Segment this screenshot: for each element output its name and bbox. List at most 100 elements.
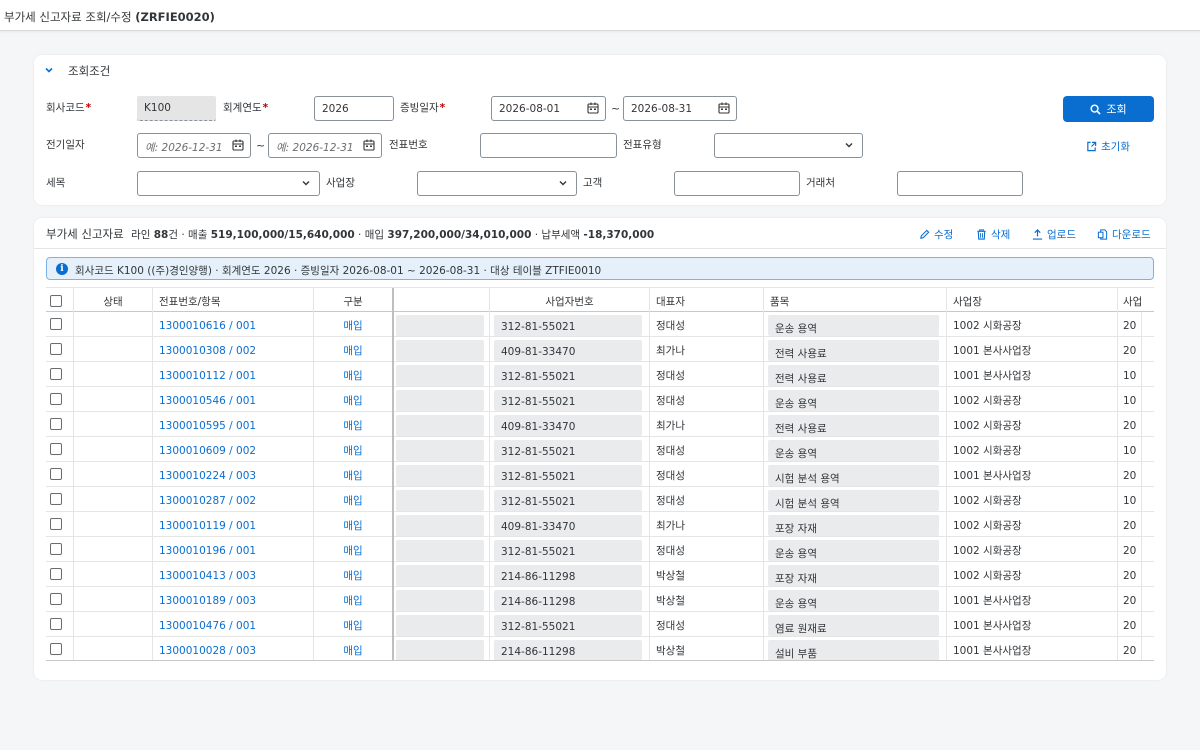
- doc-link[interactable]: 1300010616 / 001: [153, 312, 314, 337]
- company-code-label-text: 회사코드: [46, 102, 85, 114]
- download-button[interactable]: 다운로드: [1097, 227, 1151, 242]
- calendar-icon[interactable]: [363, 139, 375, 151]
- row-checkbox[interactable]: [50, 618, 62, 630]
- doc-link[interactable]: 1300010119 / 001: [153, 512, 314, 537]
- column-header-status[interactable]: 상태: [74, 288, 153, 312]
- column-header-rep[interactable]: 대표자: [650, 288, 764, 312]
- doc-link[interactable]: 1300010308 / 002: [153, 337, 314, 362]
- type-cell[interactable]: 매입: [314, 587, 394, 612]
- type-cell[interactable]: 매입: [314, 462, 394, 487]
- table-row[interactable]: 1300010224 / 003 매입 312-81-55021 정대성 시험 분석 용…: [46, 462, 1154, 487]
- table-row[interactable]: 1300010287 / 002 매입 312-81-55021 정대성 시험 분석 용…: [46, 487, 1154, 512]
- column-header-type[interactable]: 구분: [314, 288, 394, 312]
- type-cell[interactable]: 매입: [314, 337, 394, 362]
- doc-date-from-input[interactable]: 2026-08-01: [491, 96, 606, 121]
- table-row[interactable]: 1300010546 / 001 매입 312-81-55021 정대성 운송 용역 10…: [46, 387, 1154, 412]
- row-checkbox[interactable]: [50, 468, 62, 480]
- search-button[interactable]: 조회: [1063, 96, 1154, 122]
- doc-date-to-value: 2026-08-31: [631, 103, 693, 115]
- select-all-checkbox[interactable]: [50, 295, 62, 307]
- calendar-icon[interactable]: [587, 102, 599, 114]
- row-checkbox[interactable]: [50, 493, 62, 505]
- type-cell[interactable]: 매입: [314, 362, 394, 387]
- doc-link[interactable]: 1300010413 / 003: [153, 562, 314, 587]
- rep-cell: 최가나: [650, 512, 764, 537]
- type-cell[interactable]: 매입: [314, 562, 394, 587]
- posting-date-from-input[interactable]: 예: 2026-12-31: [137, 133, 251, 158]
- type-cell[interactable]: 매입: [314, 387, 394, 412]
- type-cell[interactable]: 매입: [314, 437, 394, 462]
- status-cell: [74, 587, 153, 612]
- row-checkbox[interactable]: [50, 643, 62, 655]
- type-cell[interactable]: 매입: [314, 312, 394, 337]
- item-cell: 운송 용역: [764, 387, 947, 412]
- doc-type-select[interactable]: [714, 133, 863, 158]
- column-header-next[interactable]: 사업: [1118, 288, 1154, 312]
- row-checkbox[interactable]: [50, 518, 62, 530]
- row-select-cell: [46, 637, 74, 661]
- doc-link[interactable]: 1300010476 / 001: [153, 612, 314, 637]
- doc-link[interactable]: 1300010224 / 003: [153, 462, 314, 487]
- column-header-bizno[interactable]: 사업자번호: [490, 288, 650, 312]
- column-header-item[interactable]: 품목: [764, 288, 947, 312]
- type-cell[interactable]: 매입: [314, 637, 394, 661]
- status-cell: [74, 337, 153, 362]
- calendar-icon[interactable]: [718, 102, 730, 114]
- doc-no-input[interactable]: [480, 133, 617, 158]
- fiscal-year-input[interactable]: 2026: [314, 96, 394, 121]
- vendor-input[interactable]: [897, 171, 1023, 196]
- type-cell[interactable]: 매입: [314, 612, 394, 637]
- type-cell[interactable]: 매입: [314, 412, 394, 437]
- type-cell[interactable]: 매입: [314, 537, 394, 562]
- business-place-select[interactable]: [417, 171, 577, 196]
- table-row[interactable]: 1300010595 / 001 매입 409-81-33470 최가나 전력 사용료 1…: [46, 412, 1154, 437]
- rep-cell: 정대성: [650, 487, 764, 512]
- place-cell: 1002 시화공장: [947, 412, 1118, 437]
- type-cell[interactable]: 매입: [314, 512, 394, 537]
- page-title-text: 부가세 신고자료 조회/수정: [4, 10, 132, 24]
- reset-button[interactable]: 초기화: [1086, 139, 1130, 154]
- row-checkbox[interactable]: [50, 393, 62, 405]
- doc-link[interactable]: 1300010189 / 003: [153, 587, 314, 612]
- tax-item-select[interactable]: [137, 171, 320, 196]
- table-row[interactable]: 1300010028 / 003 매입 214-86-11298 박상철 설비 부품 10…: [46, 637, 1154, 661]
- table-row[interactable]: 1300010609 / 002 매입 312-81-55021 정대성 운송 용역 10…: [46, 437, 1154, 462]
- calendar-icon[interactable]: [232, 139, 244, 151]
- doc-link[interactable]: 1300010112 / 001: [153, 362, 314, 387]
- edit-button[interactable]: 수정: [919, 227, 953, 242]
- row-checkbox[interactable]: [50, 568, 62, 580]
- row-checkbox[interactable]: [50, 593, 62, 605]
- type-cell[interactable]: 매입: [314, 487, 394, 512]
- doc-link[interactable]: 1300010196 / 001: [153, 537, 314, 562]
- posting-date-to-input[interactable]: 예: 2026-12-31: [268, 133, 382, 158]
- table-row[interactable]: 1300010119 / 001 매입 409-81-33470 최가나 포장 자재 10…: [46, 512, 1154, 537]
- table-row[interactable]: 1300010616 / 001 매입 312-81-55021 정대성 운송 용역 10…: [46, 312, 1154, 337]
- chevron-down-icon[interactable]: [44, 65, 54, 75]
- row-checkbox[interactable]: [50, 318, 62, 330]
- delete-button[interactable]: 삭제: [976, 227, 1010, 242]
- filter-section-header[interactable]: 조회조건: [34, 55, 1166, 85]
- column-header-place[interactable]: 사업장: [947, 288, 1118, 312]
- blank-cell: [394, 337, 490, 362]
- doc-link[interactable]: 1300010595 / 001: [153, 412, 314, 437]
- table-row[interactable]: 1300010476 / 001 매입 312-81-55021 정대성 염료 원재료 1…: [46, 612, 1154, 637]
- customer-input[interactable]: [674, 171, 800, 196]
- table-row[interactable]: 1300010413 / 003 매입 214-86-11298 박상철 포장 자재 10…: [46, 562, 1154, 587]
- row-checkbox[interactable]: [50, 443, 62, 455]
- column-header-doc[interactable]: 전표번호/항목: [153, 288, 314, 312]
- doc-link[interactable]: 1300010546 / 001: [153, 387, 314, 412]
- doc-link[interactable]: 1300010609 / 002: [153, 437, 314, 462]
- table-row[interactable]: 1300010189 / 003 매입 214-86-11298 박상철 운송 용역 10…: [46, 587, 1154, 612]
- doc-link[interactable]: 1300010028 / 003: [153, 637, 314, 661]
- doc-date-to-input[interactable]: 2026-08-31: [623, 96, 737, 121]
- table-row[interactable]: 1300010196 / 001 매입 312-81-55021 정대성 운송 용역 10…: [46, 537, 1154, 562]
- row-checkbox[interactable]: [50, 543, 62, 555]
- table-row[interactable]: 1300010308 / 002 매입 409-81-33470 최가나 전력 사용료 1…: [46, 337, 1154, 362]
- row-select-cell: [46, 462, 74, 487]
- table-row[interactable]: 1300010112 / 001 매입 312-81-55021 정대성 전력 사용료 1…: [46, 362, 1154, 387]
- row-checkbox[interactable]: [50, 368, 62, 380]
- doc-link[interactable]: 1300010287 / 002: [153, 487, 314, 512]
- row-checkbox[interactable]: [50, 418, 62, 430]
- row-checkbox[interactable]: [50, 343, 62, 355]
- upload-button[interactable]: 업로드: [1032, 227, 1076, 242]
